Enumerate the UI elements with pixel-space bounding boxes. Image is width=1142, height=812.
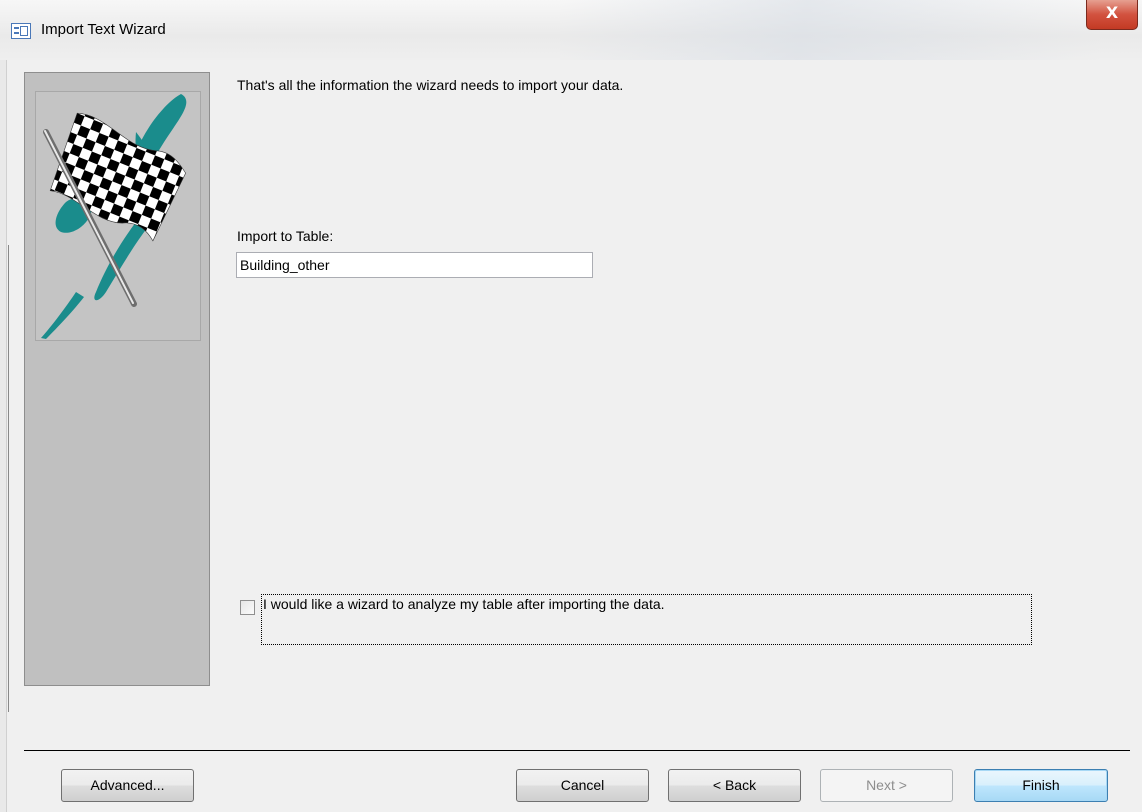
wizard-side-panel	[24, 72, 210, 686]
finish-button[interactable]: Finish	[974, 769, 1108, 802]
completion-message: That's all the information the wizard ne…	[237, 77, 624, 93]
next-button[interactable]: Next >	[820, 769, 953, 802]
wizard-graphic	[35, 91, 201, 341]
footer-separator	[24, 750, 1130, 751]
checkered-flag-icon	[41, 94, 187, 339]
import-text-wizard-window: Import Text Wizard X That's all the info…	[0, 0, 1142, 812]
window-title: Import Text Wizard	[41, 21, 166, 38]
title-bar-glass	[560, 0, 1100, 60]
table-icon	[11, 23, 31, 39]
cancel-button[interactable]: Cancel	[516, 769, 649, 802]
advanced-button[interactable]: Advanced...	[61, 769, 194, 802]
analyze-table-checkbox[interactable]	[240, 600, 255, 615]
title-bar[interactable]: Import Text Wizard X	[0, 0, 1142, 60]
back-button[interactable]: < Back	[668, 769, 801, 802]
close-icon: X	[1105, 3, 1119, 22]
analyze-table-label[interactable]: I would like a wizard to analyze my tabl…	[263, 596, 665, 612]
window-left-edge	[0, 60, 7, 812]
window-left-edge-line	[8, 245, 9, 712]
import-to-table-input[interactable]	[236, 252, 593, 278]
import-to-table-label: Import to Table:	[237, 228, 334, 244]
close-button[interactable]: X	[1086, 0, 1138, 30]
